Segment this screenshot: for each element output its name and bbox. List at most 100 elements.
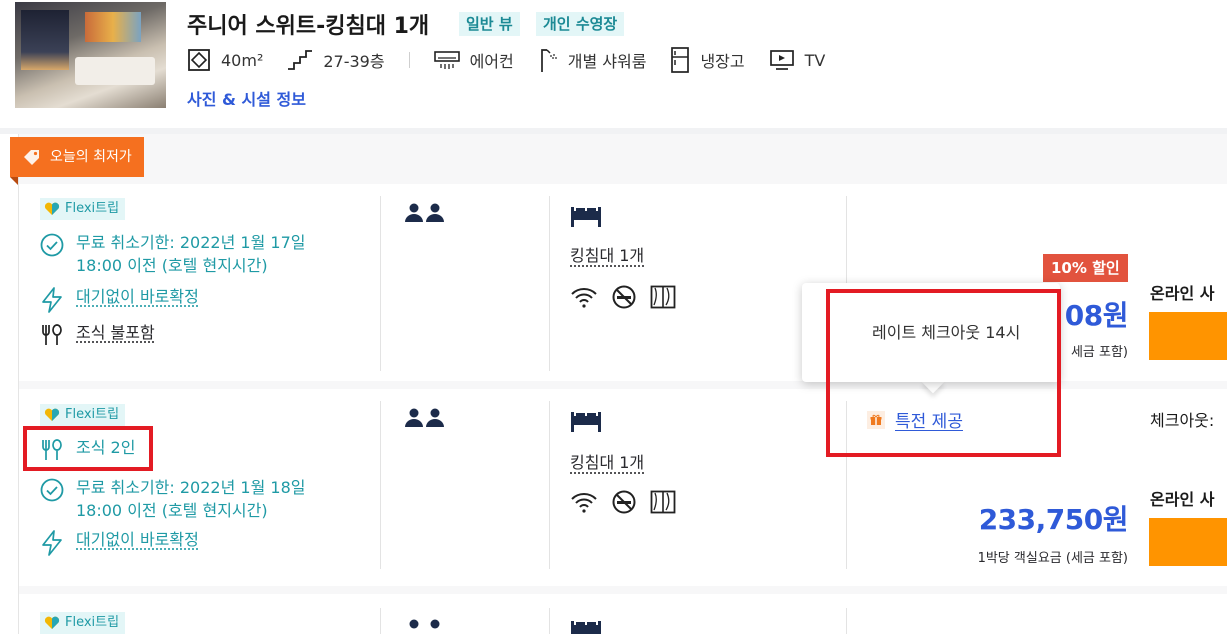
price-note: 세금 포함) — [1070, 345, 1128, 360]
room-title: 주니어 스위트-킹침대 1개 — [187, 14, 430, 39]
amenities-list: 40m² 27-39층 에어컨 개별 샤워룸 냉장고 TV — [187, 46, 849, 74]
bed-type[interactable]: 킹침대 1개 — [570, 449, 644, 473]
instant-confirm-link[interactable]: 대기없이 바로확정 — [76, 528, 199, 551]
aircon-text: 에어컨 — [469, 52, 514, 71]
price-amount: 233,750원 — [978, 503, 1129, 536]
online-payment-label: 온라인 사 — [1150, 490, 1215, 509]
bed-icon — [571, 621, 601, 634]
special-offer-link[interactable]: 특전 제공 — [895, 407, 963, 432]
best-price-badge: 오늘의 최저가 — [10, 137, 144, 177]
cancel-deadline-line2: 18:00 이전 (호텔 현지시간) — [76, 501, 268, 520]
check-circle-icon — [40, 478, 64, 502]
bed-type[interactable]: 킹침대 1개 — [570, 242, 644, 266]
stairs-icon — [288, 50, 313, 70]
cancel-deadline-line1: 무료 취소기한: 2022년 1월 18일 — [76, 478, 306, 497]
fridge-icon — [671, 47, 690, 73]
gift-icon — [867, 410, 885, 429]
flexi-trip-badge: Flexi트립 — [40, 198, 126, 220]
heart-icon — [44, 202, 60, 215]
cancel-deadline-line1: 무료 취소기한: 2022년 1월 17일 — [76, 233, 306, 252]
flexi-trip-badge: Flexi트립 — [40, 404, 126, 426]
instant-confirm: 대기없이 바로확정 — [40, 528, 199, 556]
column-divider — [380, 401, 381, 569]
instant-confirm-link[interactable]: 대기없이 바로확정 — [76, 285, 199, 308]
room-feature-icons — [570, 285, 676, 309]
room-feature-icons — [570, 490, 676, 514]
instant-confirm: 대기없이 바로확정 — [40, 285, 199, 313]
cancel-deadline-line2: 18:00 이전 (호텔 현지시간) — [76, 256, 268, 275]
online-payment-label: 온라인 사 — [1150, 284, 1215, 303]
room-header: 주니어 스위트-킹침대 1개 일반 뷰 개인 수영장 40m² 27-39층 에… — [0, 0, 1227, 128]
amenity-floors: 27-39층 — [287, 48, 385, 72]
room-photo[interactable] — [15, 2, 166, 108]
amenity-fridge: 냉장고 — [670, 47, 745, 73]
column-divider — [549, 196, 550, 371]
bed-icon — [571, 412, 601, 432]
two-guests-icon — [405, 203, 444, 222]
tv-text: TV — [804, 50, 826, 70]
checkout-label: 체크아웃: — [1150, 411, 1215, 430]
flexi-trip-label: Flexi트립 — [65, 407, 120, 422]
amenity-tv: TV — [769, 49, 826, 71]
discount-badge: 10% 할인 — [1043, 254, 1128, 282]
price-amount: 08원 — [1064, 299, 1129, 332]
best-price-label: 오늘의 최저가 — [50, 149, 132, 165]
lightning-icon — [42, 530, 62, 556]
meal-info-text: 조식 2인 — [76, 438, 136, 457]
window-icon — [650, 490, 676, 514]
pool-tag: 개인 수영장 — [536, 12, 625, 36]
late-checkout-tooltip: 레이트 체크아웃 14시 — [802, 283, 1060, 382]
heart-icon — [44, 616, 60, 629]
check-circle-icon — [40, 233, 64, 257]
column-divider — [549, 608, 550, 634]
air-conditioner-icon — [433, 51, 460, 69]
bed-icon — [571, 207, 601, 227]
meal-info: 조식 불포함 — [40, 321, 155, 347]
lightning-icon — [42, 287, 62, 313]
column-divider — [380, 196, 381, 371]
column-divider — [846, 608, 847, 634]
fridge-text: 냉장고 — [700, 52, 745, 71]
badge-fold — [10, 177, 18, 185]
book-button[interactable] — [1149, 518, 1227, 566]
rate-option-row: Flexi트립 — [19, 594, 1227, 634]
flexi-trip-badge: Flexi트립 — [40, 612, 126, 634]
book-button[interactable] — [1149, 312, 1227, 360]
fork-knife-icon — [42, 439, 62, 460]
amenity-aircon: 에어컨 — [433, 48, 514, 72]
heart-icon — [44, 408, 60, 421]
tooltip-text: 레이트 체크아웃 14시 — [872, 323, 1021, 342]
rate-option-row: Flexi트립 조식 2인 무료 취소기한: 2022년 1월 18일 18:0… — [19, 389, 1227, 586]
tv-icon — [769, 50, 794, 70]
room-size-text: 40m² — [221, 50, 264, 70]
two-guests-icon — [409, 619, 440, 629]
shower-icon — [540, 49, 557, 72]
flexi-trip-label: Flexi트립 — [65, 201, 120, 216]
amenity-divider — [408, 52, 410, 68]
column-divider — [549, 401, 550, 569]
floors-text: 27-39층 — [323, 52, 385, 71]
two-guests-icon — [405, 408, 444, 427]
price-note: 1박당 객실요금 (세금 포함) — [977, 551, 1128, 566]
wifi-icon — [571, 493, 597, 513]
view-tag: 일반 뷰 — [459, 12, 520, 36]
column-divider — [380, 608, 381, 634]
room-size-icon — [188, 49, 210, 71]
amenity-shower: 개별 샤워룸 — [538, 47, 647, 73]
photo-facility-link[interactable]: 사진 & 시설 정보 — [187, 86, 306, 110]
shower-text: 개별 샤워룸 — [567, 52, 647, 71]
free-cancellation: 무료 취소기한: 2022년 1월 17일 18:00 이전 (호텔 현지시간) — [40, 231, 305, 277]
fork-knife-icon — [42, 324, 62, 345]
meal-info: 조식 2인 — [40, 436, 135, 462]
window-icon — [650, 285, 676, 309]
wifi-icon — [571, 288, 597, 308]
special-offer[interactable]: 특전 제공 — [867, 407, 963, 432]
price-tag-icon — [24, 150, 39, 165]
amenity-size: 40m² — [187, 48, 263, 72]
free-cancellation: 무료 취소기한: 2022년 1월 18일 18:00 이전 (호텔 현지시간) — [40, 476, 305, 522]
flexi-trip-label: Flexi트립 — [65, 615, 120, 630]
no-smoking-icon — [612, 285, 636, 309]
meal-info-link[interactable]: 조식 불포함 — [76, 321, 155, 344]
column-divider — [846, 401, 847, 569]
no-smoking-icon — [612, 490, 636, 514]
